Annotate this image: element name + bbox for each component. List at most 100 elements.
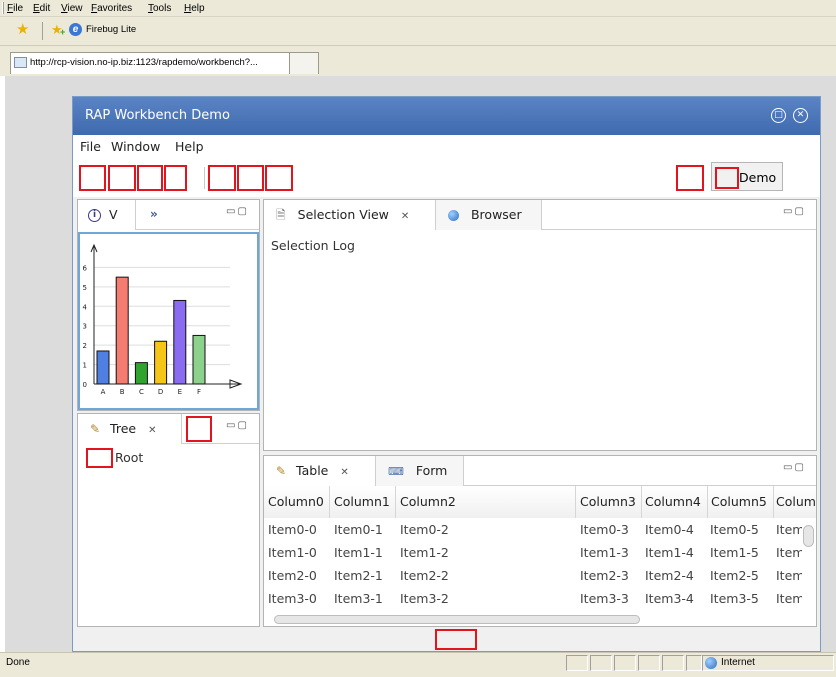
table-cell[interactable]: Item1-0 [268, 545, 317, 560]
column-header[interactable]: Column1 [330, 486, 396, 518]
table-cell[interactable]: Item2-1 [334, 568, 383, 583]
browser-menu-help[interactable]: Help [184, 3, 205, 14]
toolbar-button-6[interactable] [237, 165, 264, 191]
menubar-grip [2, 2, 4, 14]
browser-tab-active[interactable]: http://rcp-vision.no-ip.biz:1123/rapdemo… [10, 52, 290, 74]
selection-tab-close-icon[interactable]: ✕ [401, 211, 409, 222]
table-cell[interactable]: Item3-5 [710, 591, 759, 606]
table-cell[interactable]: Item3-2 [400, 591, 449, 606]
column-header[interactable]: Colum [774, 486, 816, 518]
tab-selection-view[interactable]: 🗎 Selection View ✕ [264, 200, 436, 230]
table-cell[interactable]: Item2-2 [400, 568, 449, 583]
toolbar-button-7[interactable] [265, 165, 293, 191]
table-cell[interactable]: Item3-3 [580, 591, 629, 606]
overflow-tabs-icon[interactable]: » [150, 207, 158, 221]
maximize-icon[interactable]: □ [771, 108, 786, 123]
column-header[interactable]: Column0 [264, 486, 330, 518]
table-cell[interactable]: Item3-0 [268, 591, 317, 606]
column-header[interactable]: Column4 [642, 486, 708, 518]
minimize-maximize-icons[interactable]: ▭▢ [226, 206, 249, 217]
table-cell[interactable]: Item [776, 591, 802, 606]
status-cell [614, 655, 636, 671]
tree-root-expander[interactable] [86, 448, 113, 468]
table-cell[interactable]: Item0-1 [334, 522, 383, 537]
favorites-star-icon[interactable]: ★ [16, 22, 29, 38]
menu-window[interactable]: Window [111, 139, 160, 154]
table-cell[interactable]: Item1-4 [645, 545, 694, 560]
demo-prefix-button[interactable] [676, 165, 704, 191]
selection-view: 🗎 Selection View ✕ Browser ▭▢ Selection … [263, 199, 817, 451]
table-cell[interactable]: Item1-3 [580, 545, 629, 560]
tab-browser[interactable]: Browser [436, 200, 542, 230]
column-header[interactable]: Column2 [396, 486, 576, 518]
browser-menu-view[interactable]: View [61, 3, 83, 14]
table-cell[interactable]: Item1-1 [334, 545, 383, 560]
menu-file[interactable]: File [80, 139, 101, 154]
table-cell[interactable]: Item [776, 522, 802, 537]
chart-view-header: i V » ▭▢ [78, 200, 259, 230]
table-cell[interactable]: Item [776, 545, 802, 560]
browser-menu-file[interactable]: File [7, 3, 23, 14]
menu-help[interactable]: Help [175, 139, 204, 154]
table-cell[interactable]: Item3-1 [334, 591, 383, 606]
bar-d [154, 340, 168, 385]
toolbar-button-1[interactable] [79, 165, 106, 191]
status-line-item[interactable] [435, 629, 477, 650]
table-header-row: Column0 Column1 Column2 Column3 Column4 … [264, 486, 816, 518]
status-cell [566, 655, 588, 671]
table-cell[interactable]: Item3-4 [645, 591, 694, 606]
tree-node-icon: ✎ [90, 422, 101, 436]
rap-workbench-window: RAP Workbench Demo □ ✕ File Window Help … [72, 96, 821, 652]
tab-form[interactable]: ⌨ Form [376, 456, 464, 486]
table-tab-close-icon[interactable]: ✕ [340, 467, 348, 478]
table-cell[interactable]: Item2-3 [580, 568, 629, 583]
y-tick-label: 6 [83, 264, 88, 272]
table-cell[interactable]: Item0-4 [645, 522, 694, 537]
browser-menu-favorites[interactable]: Favorites [91, 3, 132, 14]
tree-view-toolbar-button[interactable] [186, 416, 212, 442]
browser-new-tab[interactable] [289, 52, 319, 74]
close-icon[interactable]: ✕ [793, 108, 808, 123]
browser-menu-edit[interactable]: Edit [33, 3, 50, 14]
y-tick-label: 4 [83, 303, 88, 311]
table-cell[interactable]: Item1-5 [710, 545, 759, 560]
table-cell[interactable]: Item2-5 [710, 568, 759, 583]
browser-statusbar: Done Internet [0, 652, 836, 677]
tab-chart-view[interactable]: i V [78, 200, 136, 230]
status-cell [662, 655, 684, 671]
toolbar-button-4[interactable] [164, 165, 187, 191]
table-cell[interactable]: Item0-5 [710, 522, 759, 537]
table-cell[interactable]: Item0-0 [268, 522, 317, 537]
browser-tab-label: Browser [470, 207, 522, 222]
minimize-maximize-icons[interactable]: ▭▢ [226, 420, 249, 431]
x-tick-label: D [158, 388, 163, 396]
table-cell[interactable]: Item [776, 568, 802, 583]
tab-tree[interactable]: ✎ Tree ✕ [78, 414, 182, 444]
table-cell[interactable]: Item1-2 [400, 545, 449, 560]
vertical-scrollbar-thumb[interactable] [803, 525, 814, 547]
table-cell[interactable]: Item0-2 [400, 522, 449, 537]
window-titlebar[interactable]: RAP Workbench Demo □ ✕ [73, 97, 820, 135]
x-tick-label: E [178, 388, 182, 396]
globe-icon [448, 210, 459, 221]
y-tick-label: 2 [83, 342, 87, 350]
y-tick-label: 3 [83, 323, 87, 331]
tree-root-label[interactable]: Root [115, 450, 143, 465]
toolbar-button-3[interactable] [137, 165, 163, 191]
table-tab-icon: ✎ [276, 464, 287, 478]
toolbar-button-5[interactable] [208, 165, 236, 191]
tree-tab-close-icon[interactable]: ✕ [148, 425, 156, 436]
browser-menu-tools[interactable]: Tools [148, 3, 171, 14]
minimize-maximize-icons[interactable]: ▭▢ [783, 462, 806, 473]
demo-button[interactable]: Demo [711, 162, 783, 191]
table-cell[interactable]: Item0-3 [580, 522, 629, 537]
minimize-maximize-icons[interactable]: ▭▢ [783, 206, 806, 217]
tab-table[interactable]: ✎ Table ✕ [264, 456, 376, 486]
column-header[interactable]: Column5 [708, 486, 774, 518]
table-cell[interactable]: Item2-0 [268, 568, 317, 583]
firebug-lite-link[interactable]: Firebug Lite [86, 24, 136, 35]
table-cell[interactable]: Item2-4 [645, 568, 694, 583]
horizontal-scrollbar-thumb[interactable] [274, 615, 640, 624]
toolbar-button-2[interactable] [108, 165, 136, 191]
column-header[interactable]: Column3 [576, 486, 642, 518]
